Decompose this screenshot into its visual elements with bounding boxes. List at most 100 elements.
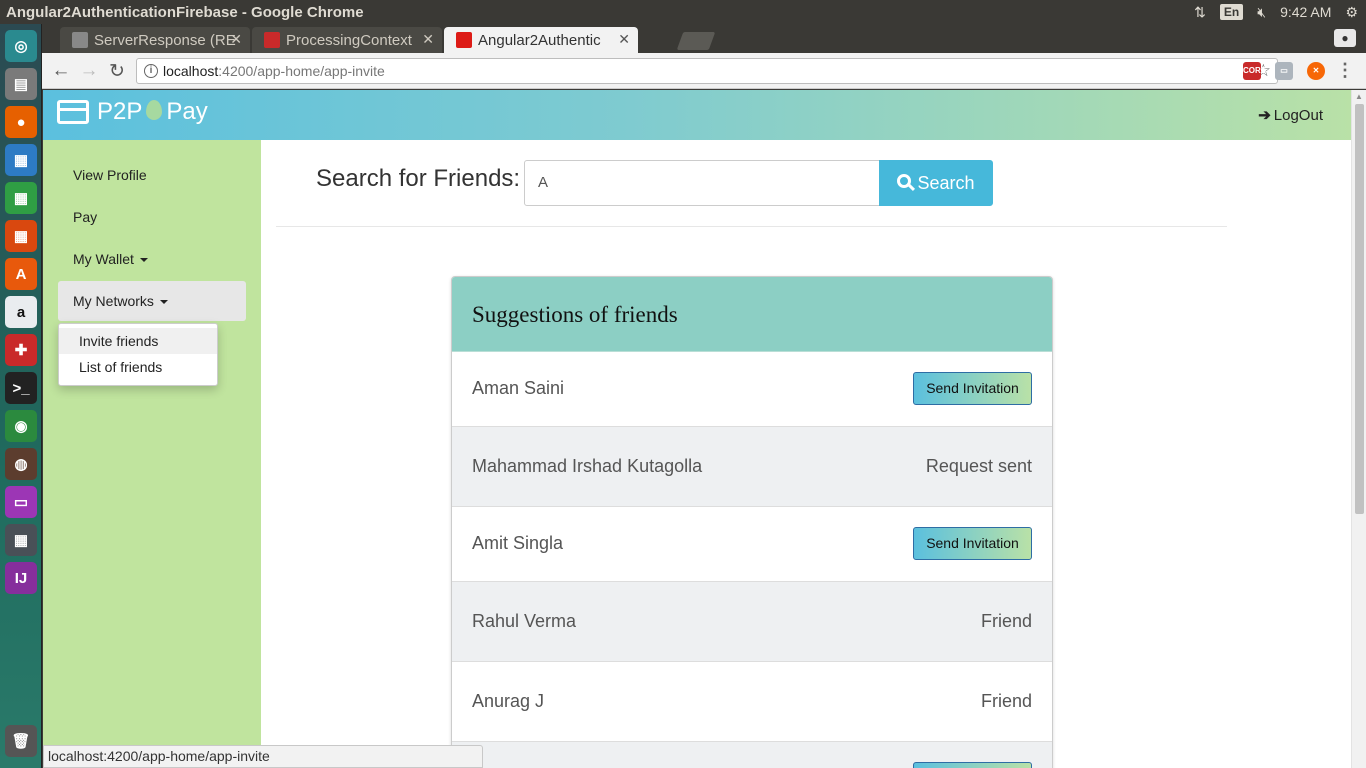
- reload-icon[interactable]: ↻: [106, 60, 128, 83]
- settings-gear-icon[interactable]: ⚙: [1345, 4, 1358, 21]
- friend-status: Request sent: [925, 456, 1032, 476]
- logout-label: LogOut: [1273, 106, 1323, 124]
- files-icon[interactable]: ▤: [5, 68, 37, 100]
- sidebar-item-label: My Networks: [73, 293, 154, 309]
- extension-icon[interactable]: ✕: [1307, 62, 1325, 80]
- spreadsheet-app-icon[interactable]: ▦: [5, 524, 37, 556]
- url-host: localhost: [163, 63, 219, 79]
- writer-icon[interactable]: ▦: [5, 144, 37, 176]
- tab-server-response[interactable]: ServerResponse (RE ✕: [60, 27, 250, 53]
- sidebar-item-label: Pay: [73, 209, 98, 225]
- friend-name: Rahul Verma: [472, 611, 577, 631]
- keyboard-language[interactable]: En: [1219, 4, 1244, 20]
- close-icon[interactable]: ✕: [230, 31, 242, 48]
- app-navbar: P2P Pay ➔ LogOut: [43, 90, 1351, 140]
- calc-icon[interactable]: ▦: [5, 182, 37, 214]
- terminal-icon[interactable]: >_: [5, 372, 37, 404]
- tab-angular-auth[interactable]: Angular2Authentic ✕: [444, 27, 638, 53]
- network-icon[interactable]: ⇅: [1194, 4, 1206, 21]
- menu-dots-icon[interactable]: ⋮: [1336, 60, 1354, 81]
- oracle-icon: [264, 32, 280, 48]
- send-invitation-button[interactable]: Send Invitation: [913, 527, 1032, 560]
- friend-name: Anurag J: [472, 691, 545, 711]
- window-title: Angular2AuthenticationFirebase - Google …: [6, 3, 364, 21]
- networks-dropdown-menu: Invite friends List of friends: [58, 323, 218, 386]
- sidebar-item-label: View Profile: [73, 167, 147, 183]
- send-invitation-button[interactable]: Send Invitation: [913, 372, 1032, 405]
- caret-down-icon: [139, 258, 148, 263]
- brand-text: P2P: [97, 98, 143, 125]
- system-settings-icon[interactable]: ✚: [5, 334, 37, 366]
- angular-icon: [456, 32, 472, 48]
- friend-row: Anurag J Friend: [452, 662, 1052, 742]
- url-path: :4200/app-home/app-invite: [218, 63, 385, 79]
- friend-row: Amit Singla Send Invitation: [452, 507, 1052, 582]
- divider: [276, 226, 1227, 227]
- amazon-icon[interactable]: a: [5, 296, 37, 328]
- sidebar-item-label: My Wallet: [73, 251, 134, 267]
- brand-text: Pay: [166, 98, 208, 125]
- cors-extension-icon[interactable]: CORS: [1243, 62, 1266, 80]
- address-bar[interactable]: i localhost:4200/app-home/app-invite ☆: [136, 58, 1278, 84]
- info-icon[interactable]: i: [144, 64, 158, 78]
- search-input[interactable]: A: [524, 160, 880, 206]
- dash-home-icon[interactable]: ◎: [5, 30, 37, 62]
- sidebar-item-my-wallet[interactable]: My Wallet: [58, 239, 246, 279]
- search-icon: [897, 174, 912, 188]
- caret-down-icon: [159, 300, 168, 305]
- send-invitation-button[interactable]: [913, 762, 1032, 768]
- app-icon[interactable]: ◍: [5, 448, 37, 480]
- new-tab-button[interactable]: [676, 32, 716, 50]
- friend-row: Mahammad Irshad Kutagolla Request sent: [452, 427, 1052, 507]
- scrollbar-thumb[interactable]: [1355, 104, 1364, 514]
- sidebar-item-my-networks[interactable]: My Networks: [58, 281, 246, 321]
- friend-name: Amit Singla: [472, 533, 564, 553]
- search-button[interactable]: Search: [879, 160, 993, 206]
- close-icon[interactable]: ✕: [618, 31, 630, 48]
- window-app-icon[interactable]: ▭: [5, 486, 37, 518]
- forward-arrow-icon[interactable]: →: [78, 60, 100, 82]
- close-icon[interactable]: ✕: [422, 31, 434, 48]
- browser-toolbar: ← → ↻ i localhost:4200/app-home/app-invi…: [42, 53, 1366, 89]
- web-page: P2P Pay ➔ LogOut View Profile Pay My Wal…: [43, 90, 1351, 768]
- friend-status: Friend: [980, 611, 1032, 631]
- sidebar-item-pay[interactable]: Pay: [58, 197, 246, 237]
- search-label: Search for Friends:: [316, 165, 521, 192]
- sidebar-item-view-profile[interactable]: View Profile: [58, 155, 246, 195]
- tab-processing-context[interactable]: ProcessingContext ✕: [252, 27, 442, 53]
- brand-logo[interactable]: P2P Pay: [57, 98, 208, 126]
- suggestions-panel: Suggestions of friends Aman Saini Send I…: [451, 276, 1053, 768]
- intellij-icon[interactable]: IJ: [5, 562, 37, 594]
- tab-label: Angular2Authentic: [478, 31, 601, 49]
- friend-row: Rahul Verma Friend: [452, 582, 1052, 662]
- tab-label: ProcessingContext: [286, 31, 412, 49]
- jboss-icon: [72, 32, 88, 48]
- friend-name: Mahammad Irshad Kutagolla: [472, 456, 703, 476]
- sidebar: View Profile Pay My Wallet My Networks: [43, 140, 261, 768]
- friend-row: Aman Saini Send Invitation: [452, 352, 1052, 427]
- profile-icon[interactable]: ●: [1334, 29, 1356, 47]
- tab-label: ServerResponse (RE: [94, 31, 236, 49]
- credit-card-icon: [57, 100, 89, 124]
- back-arrow-icon[interactable]: ←: [50, 60, 72, 82]
- page-scrollbar[interactable]: ▲: [1351, 90, 1366, 768]
- menu-item-invite-friends[interactable]: Invite friends: [59, 328, 217, 354]
- search-button-label: Search: [917, 172, 975, 193]
- logout-link[interactable]: ➔ LogOut: [1258, 106, 1323, 125]
- chrome-icon[interactable]: ◉: [5, 410, 37, 442]
- menu-item-list-of-friends[interactable]: List of friends: [59, 354, 217, 380]
- impress-icon[interactable]: ▦: [5, 220, 37, 252]
- friend-status: Friend: [980, 691, 1032, 711]
- app-launcher: ◎ ▤ ● ▦ ▦ ▦ A a ✚ >_ ◉ ◍ ▭ ▦ IJ 🗑︎: [0, 24, 42, 768]
- volume-muted-icon[interactable]: 🔇︎: [1257, 4, 1266, 21]
- firefox-icon[interactable]: ●: [5, 106, 37, 138]
- login-icon: ➔: [1258, 107, 1271, 124]
- system-tray: ⇅ En 🔇︎ 9:42 AM ⚙: [1194, 0, 1358, 24]
- panel-title: Suggestions of friends: [452, 277, 1052, 352]
- scroll-up-arrow-icon[interactable]: ▲: [1355, 92, 1363, 101]
- clock[interactable]: 9:42 AM: [1280, 4, 1331, 20]
- trash-icon[interactable]: 🗑︎: [5, 725, 37, 757]
- software-center-icon[interactable]: A: [5, 258, 37, 290]
- tab-strip: ServerResponse (RE ✕ ProcessingContext ✕…: [42, 24, 1366, 53]
- extension-icon[interactable]: ▭: [1275, 62, 1293, 80]
